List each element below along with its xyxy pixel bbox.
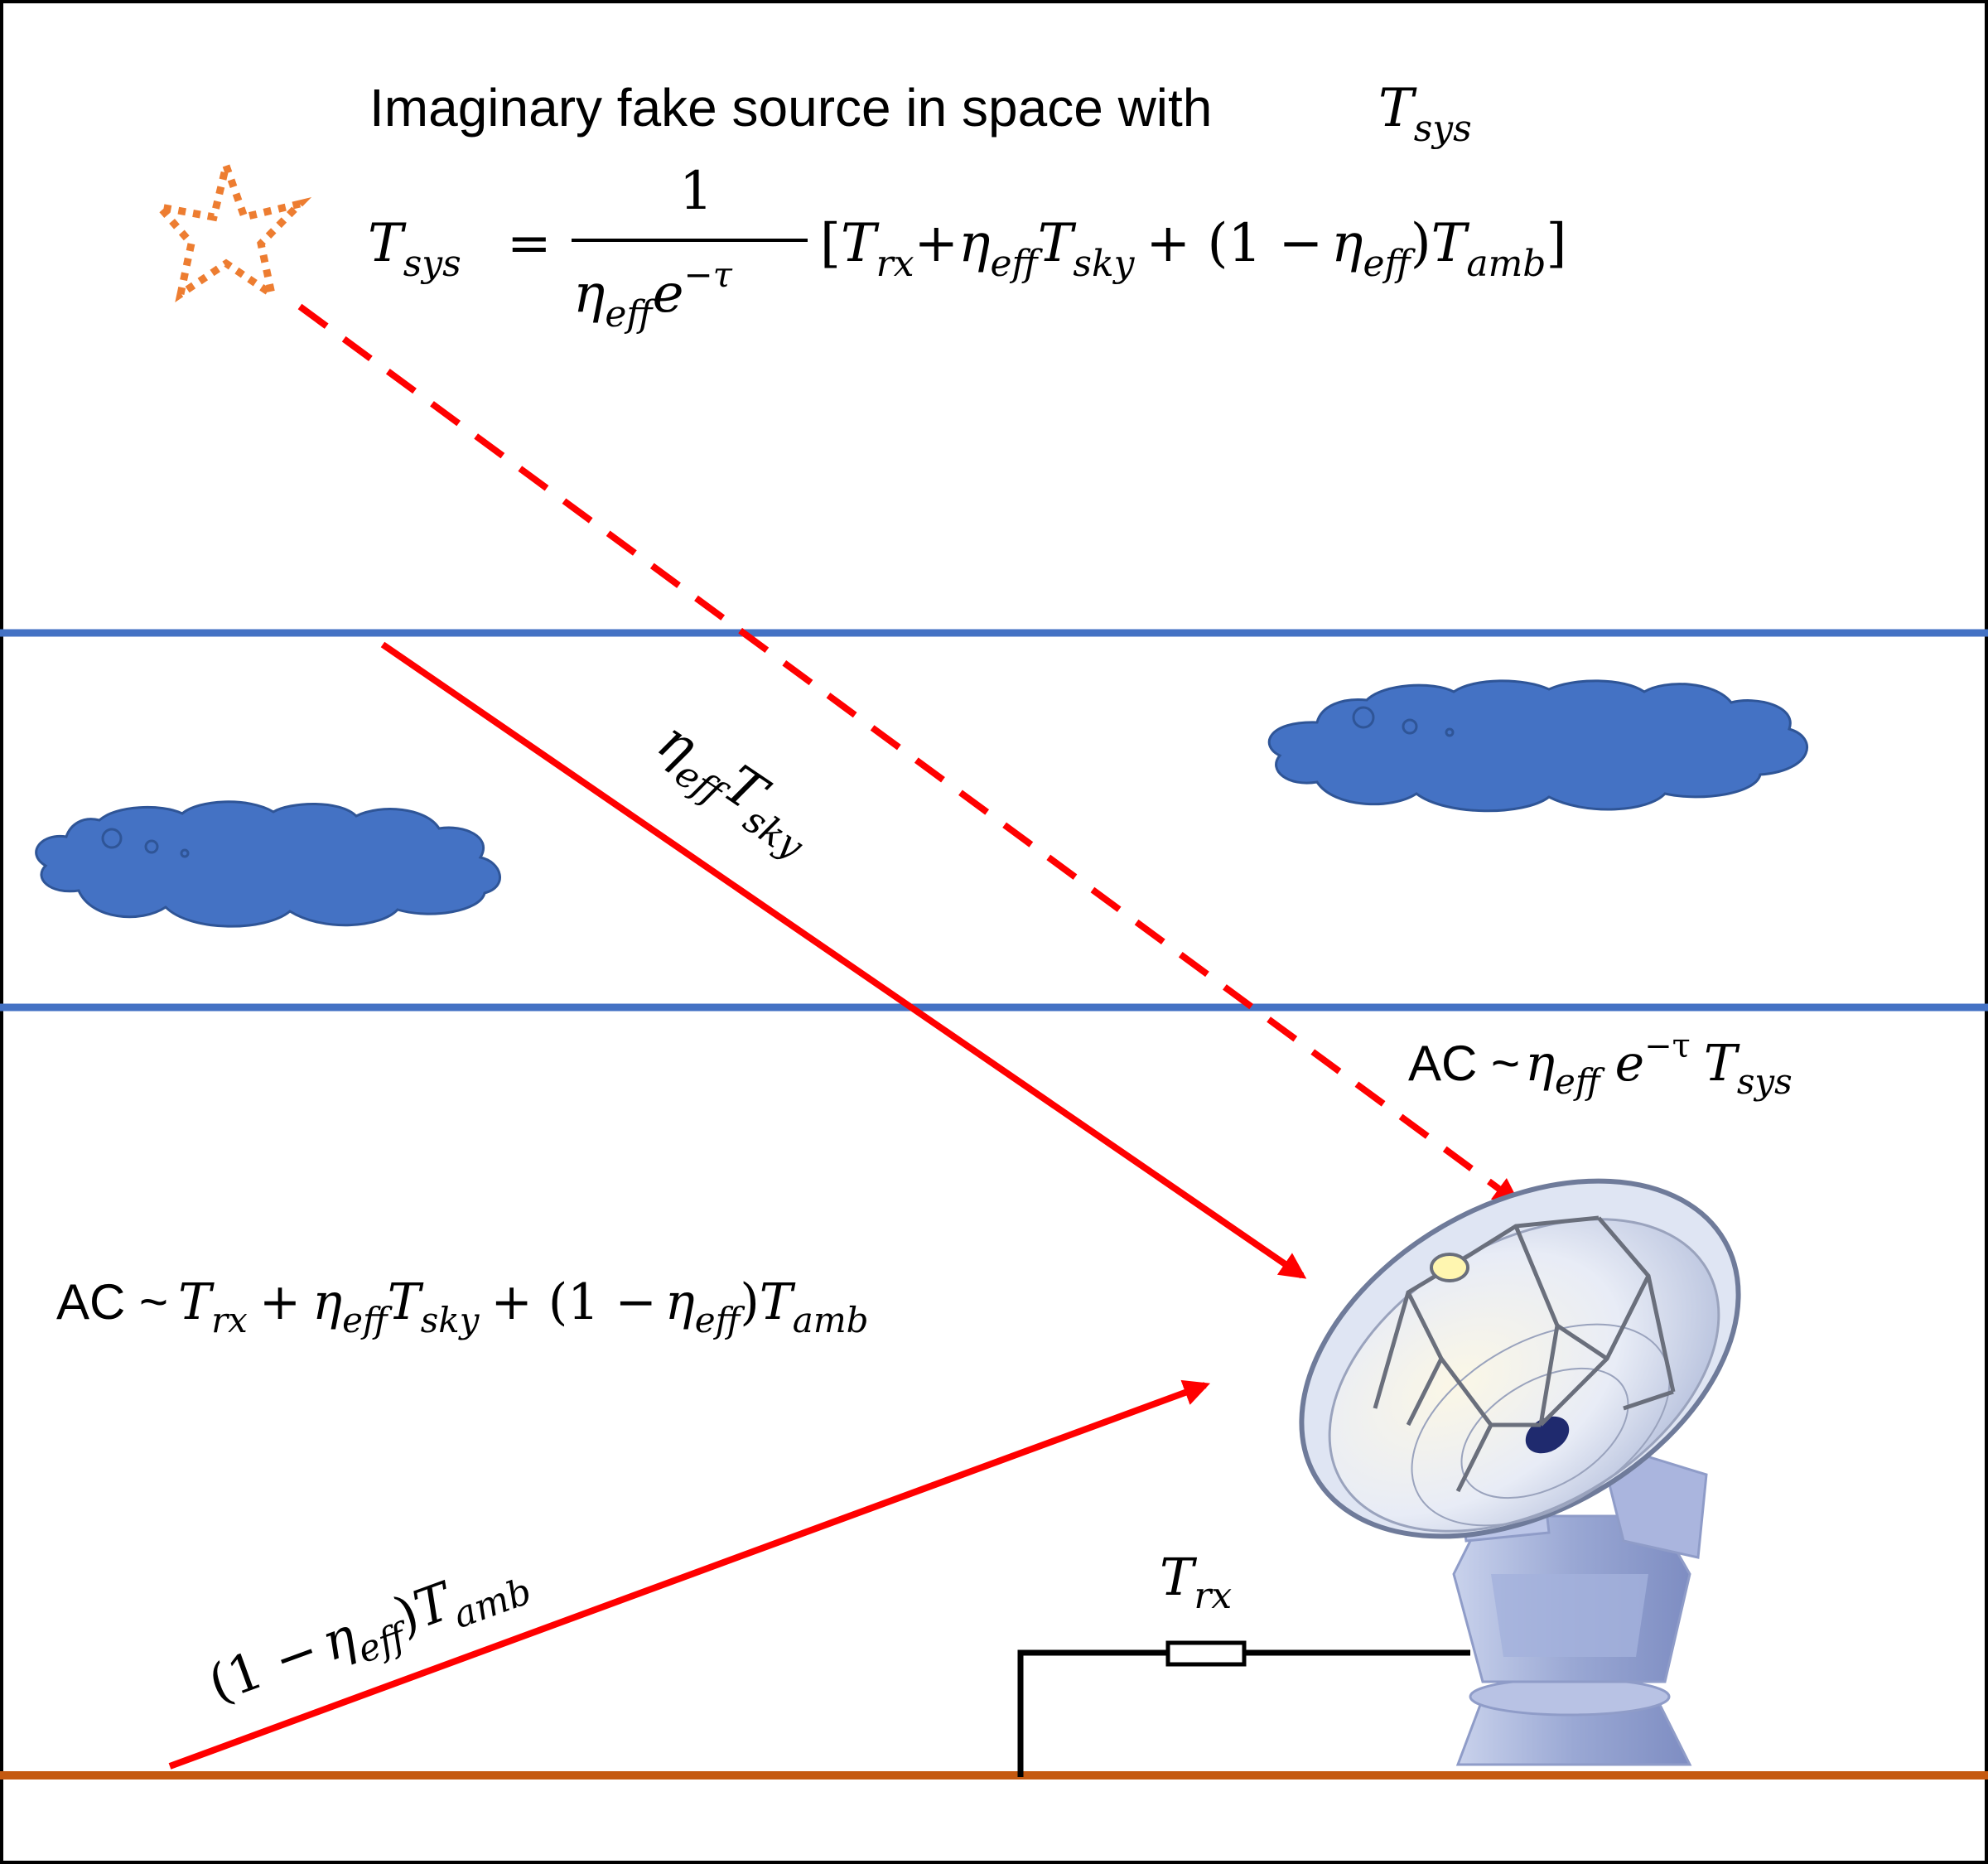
diagram-canvas: Imaginary fake source in space with Tsys… xyxy=(0,0,1988,1864)
eq-numerator: 1 xyxy=(679,161,713,222)
radio-telescope xyxy=(1299,1178,1741,1766)
cloud-right xyxy=(1267,679,1808,813)
heading-symbol: Tsys xyxy=(1378,78,1472,150)
ground-emission-ray xyxy=(168,1379,1211,1770)
ac-left-label: AC ~ Trx + ηeffTsky + (1 − ηeff)Tamb xyxy=(56,1273,869,1340)
tsys-equation: Tsys = 1 ηeffe−τ [Trx+ηeffTsky + (1 − ηeff… xyxy=(368,161,1566,336)
receiver-resistor xyxy=(1165,1640,1247,1667)
heading-label: Imaginary fake source in space with xyxy=(369,78,1212,138)
eq-bracket-expression: [Trx+ηeffTsky + (1 − ηeff)Tamb] xyxy=(820,213,1566,285)
diagram-stage: Imaginary fake source in space with Tsys… xyxy=(0,0,1988,1864)
sky-emission-ray xyxy=(380,641,1307,1279)
imaginary-source-star xyxy=(150,152,312,302)
receiver-circuit xyxy=(1017,1640,1470,1777)
eq-lhs: Tsys xyxy=(368,213,461,285)
eq-denominator: ηeffe−τ xyxy=(573,254,733,336)
eq-equals: = xyxy=(507,213,552,274)
receiver-label: Trx xyxy=(1160,1547,1232,1617)
cloud-left xyxy=(35,800,501,928)
ac-right-label: AC ~ ηeff e−τ Tsys xyxy=(1408,1027,1793,1102)
